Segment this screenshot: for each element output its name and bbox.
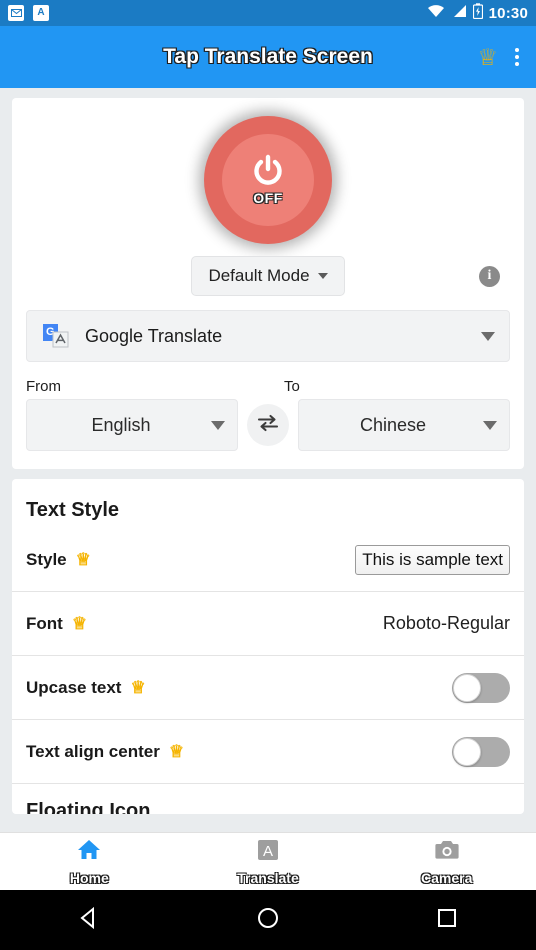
from-label: From (26, 378, 61, 395)
nav-item-home[interactable]: Home (0, 833, 179, 890)
translate-a-icon: A (256, 838, 280, 867)
to-label: To (284, 378, 300, 395)
more-vertical-icon[interactable] (512, 45, 522, 69)
to-language-value: Chinese (359, 414, 427, 435)
to-language-select[interactable]: Chinese (298, 399, 510, 451)
nav-label-translate: Translate (237, 869, 299, 886)
home-icon (76, 838, 102, 867)
status-bar-clock: 10:30 (488, 4, 528, 22)
power-icon (251, 154, 285, 188)
nav-item-translate[interactable]: A Translate (179, 833, 358, 890)
bottom-navigation: Home A Translate Camera (0, 832, 536, 890)
android-navigation-bar (0, 890, 536, 950)
from-language-select[interactable]: English (26, 399, 238, 451)
text-align-center-label: Text align center ♕ (26, 741, 185, 761)
crown-icon: ♕ (75, 550, 91, 569)
back-triangle-icon[interactable] (76, 905, 102, 936)
nav-item-camera[interactable]: Camera (357, 833, 536, 890)
crown-icon[interactable]: ♕ (477, 45, 498, 69)
text-align-center-toggle[interactable] (452, 736, 510, 767)
chevron-down-icon (481, 331, 495, 341)
row-style[interactable]: Style ♕ This is sample text (12, 528, 524, 592)
info-icon[interactable]: i (479, 265, 500, 287)
from-language-value: English (91, 414, 151, 435)
recents-square-icon[interactable] (434, 905, 460, 936)
email-icon (8, 5, 24, 21)
svg-text:A: A (263, 843, 273, 860)
upcase-text-toggle[interactable] (452, 672, 510, 703)
power-button-inner: OFF (222, 134, 314, 226)
wifi-icon (427, 4, 445, 23)
row-upcase-text[interactable]: Upcase text ♕ (12, 656, 524, 720)
info-glyph: i (487, 268, 492, 283)
chevron-down-icon (317, 273, 328, 279)
nav-label-home: Home (69, 869, 109, 886)
home-circle-icon[interactable] (255, 905, 281, 936)
font-value: Roboto-Regular (382, 613, 510, 633)
swap-horizontal-icon (257, 413, 279, 438)
status-bar-notifications: A (8, 5, 49, 21)
main-settings-card: OFF Default Mode i G Google Translate Fr… (12, 98, 524, 469)
crown-icon: ♕ (71, 614, 88, 633)
swap-languages-button[interactable] (247, 404, 289, 446)
chevron-down-icon (211, 420, 225, 430)
app-screen: A 10:30 Tap Translate Screen ♕ OFF Defau… (0, 0, 536, 950)
app-bar: Tap Translate Screen ♕ (0, 26, 536, 88)
chevron-down-icon (483, 420, 497, 430)
language-labels: From To (12, 378, 524, 399)
google-translate-icon: G (41, 321, 71, 351)
mode-selector-button[interactable]: Default Mode (191, 256, 345, 296)
mode-label: Default Mode (208, 266, 310, 285)
text-style-section-title: Text Style (26, 499, 119, 521)
status-bar: A 10:30 (0, 0, 536, 26)
row-font[interactable]: Font ♕ Roboto-Regular (12, 592, 524, 656)
keyboard-a-icon: A (33, 5, 49, 21)
signal-icon (451, 4, 467, 23)
power-button-area: OFF (12, 98, 524, 250)
service-selector-wrap: G Google Translate (12, 310, 524, 378)
floating-icon-section-title: Floating Icon (26, 800, 151, 814)
scroll-content[interactable]: OFF Default Mode i G Google Translate Fr… (0, 88, 536, 832)
upcase-text-label: Upcase text ♕ (26, 677, 146, 697)
power-state-label: OFF (253, 190, 283, 206)
mode-row: Default Mode i (12, 250, 524, 310)
camera-icon (434, 838, 460, 867)
crown-icon: ♕ (168, 742, 185, 761)
style-sample-preview[interactable]: This is sample text (355, 544, 510, 575)
crown-icon: ♕ (130, 678, 146, 697)
page-title: Tap Translate Screen (163, 45, 373, 68)
language-selectors: English Chinese (12, 399, 524, 469)
power-toggle-button[interactable]: OFF (204, 116, 332, 244)
service-name: Google Translate (85, 325, 223, 346)
font-label: Font ♕ (26, 613, 88, 633)
status-bar-system: 10:30 (427, 2, 528, 24)
style-label: Style ♕ (26, 549, 91, 569)
app-bar-actions: ♕ (477, 45, 536, 69)
row-text-align-center[interactable]: Text align center ♕ (12, 720, 524, 784)
translate-service-select[interactable]: G Google Translate (26, 310, 510, 362)
nav-label-camera: Camera (420, 869, 473, 886)
text-style-card: Text Style Style ♕ This is sample text F… (12, 479, 524, 814)
battery-charging-icon (472, 2, 483, 24)
